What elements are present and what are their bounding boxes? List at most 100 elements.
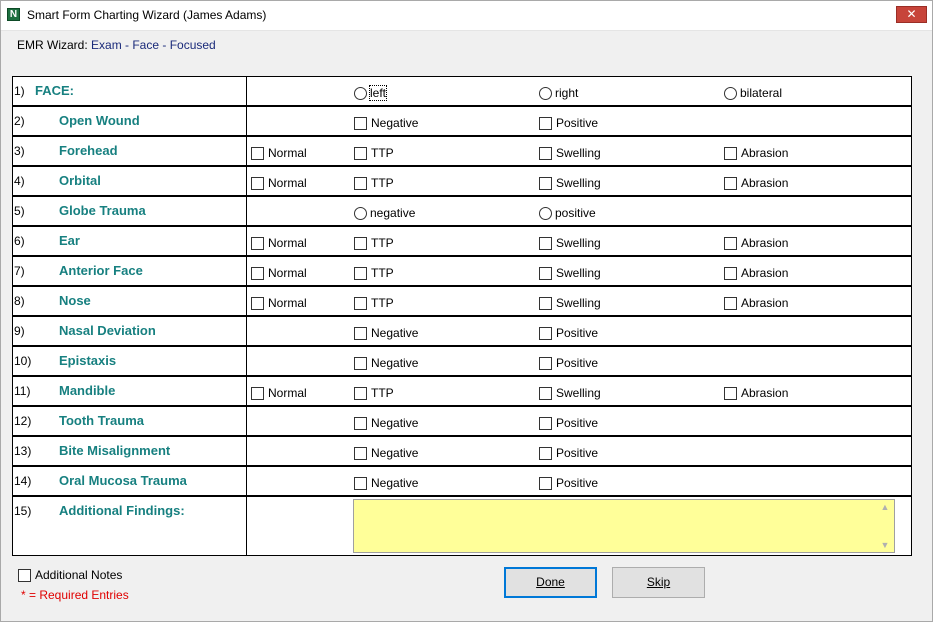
checkbox[interactable] [724, 386, 737, 400]
checkbox[interactable] [354, 146, 367, 160]
option-ttp[interactable]: TTP [354, 176, 394, 190]
option-abrasion[interactable]: Abrasion [724, 146, 788, 160]
checkbox[interactable] [724, 176, 737, 190]
row-label: Oral Mucosa Trauma [59, 473, 187, 488]
checkbox[interactable] [539, 116, 552, 130]
done-button[interactable]: Done [504, 567, 597, 598]
option-abrasion[interactable]: Abrasion [724, 176, 788, 190]
checkbox[interactable] [539, 416, 552, 430]
option-positive[interactable]: Positive [539, 116, 598, 130]
checkbox[interactable] [354, 176, 367, 190]
checkbox[interactable] [539, 146, 552, 160]
checkbox[interactable] [251, 266, 264, 280]
scroll-down-icon[interactable]: ▼ [880, 540, 890, 550]
option-abrasion[interactable]: Abrasion [724, 296, 788, 310]
option-negative[interactable]: Negative [354, 356, 418, 370]
radio-button[interactable] [724, 86, 737, 100]
scroll-up-icon[interactable]: ▲ [880, 502, 890, 512]
radio-button[interactable] [539, 86, 552, 100]
additional-findings-textarea[interactable]: ▲ ▼ [353, 499, 895, 553]
checkbox[interactable] [724, 146, 737, 160]
checkbox[interactable] [251, 386, 264, 400]
option-swelling[interactable]: Swelling [539, 266, 601, 280]
radio-button[interactable] [539, 206, 552, 220]
option-label: Swelling [556, 176, 601, 190]
option-left[interactable]: left [354, 85, 388, 101]
checkbox[interactable] [354, 296, 367, 310]
checkbox[interactable] [354, 116, 367, 130]
checkbox[interactable] [539, 326, 552, 340]
checkbox[interactable] [539, 446, 552, 460]
checkbox[interactable] [539, 176, 552, 190]
checkbox[interactable] [354, 236, 367, 250]
option-label: left [368, 85, 388, 101]
checkbox[interactable] [724, 266, 737, 280]
option-normal[interactable]: Normal [251, 386, 307, 400]
option-normal[interactable]: Normal [251, 296, 307, 310]
option-label: Negative [371, 356, 419, 370]
option-positive[interactable]: Positive [539, 476, 598, 490]
option-normal[interactable]: Normal [251, 236, 307, 250]
close-button[interactable]: ✕ [896, 6, 927, 23]
radio-button[interactable] [354, 206, 367, 220]
checkbox[interactable] [539, 236, 552, 250]
row-label: Open Wound [59, 113, 140, 128]
additional-notes-option[interactable]: Additional Notes [18, 568, 122, 582]
checkbox[interactable] [251, 236, 264, 250]
option-bilateral[interactable]: bilateral [724, 86, 782, 100]
title-bar: N Smart Form Charting Wizard (James Adam… [1, 1, 932, 31]
checkbox[interactable] [539, 386, 552, 400]
checkbox[interactable] [251, 296, 264, 310]
option-positive[interactable]: Positive [539, 356, 598, 370]
option-ttp[interactable]: TTP [354, 146, 394, 160]
checkbox[interactable] [354, 446, 367, 460]
option-ttp[interactable]: TTP [354, 386, 394, 400]
option-normal[interactable]: Normal [251, 266, 307, 280]
checkbox[interactable] [724, 236, 737, 250]
option-negative[interactable]: Negative [354, 116, 418, 130]
option-ttp[interactable]: TTP [354, 236, 394, 250]
checkbox[interactable] [539, 476, 552, 490]
checkbox[interactable] [354, 476, 367, 490]
option-abrasion[interactable]: Abrasion [724, 266, 788, 280]
option-swelling[interactable]: Swelling [539, 176, 601, 190]
option-swelling[interactable]: Swelling [539, 296, 601, 310]
option-negative[interactable]: negative [354, 206, 415, 220]
checkbox[interactable] [354, 266, 367, 280]
checkbox[interactable] [251, 146, 264, 160]
checkbox[interactable] [539, 296, 552, 310]
option-positive[interactable]: positive [539, 206, 596, 220]
option-abrasion[interactable]: Abrasion [724, 236, 788, 250]
checkbox[interactable] [354, 416, 367, 430]
option-swelling[interactable]: Swelling [539, 386, 601, 400]
option-swelling[interactable]: Swelling [539, 236, 601, 250]
option-negative[interactable]: Negative [354, 416, 418, 430]
option-negative[interactable]: Negative [354, 476, 418, 490]
option-ttp[interactable]: TTP [354, 296, 394, 310]
skip-button[interactable]: Skip [612, 567, 705, 598]
checkbox[interactable] [539, 266, 552, 280]
option-negative[interactable]: Negative [354, 446, 418, 460]
checkbox[interactable] [354, 326, 367, 340]
option-normal[interactable]: Normal [251, 146, 307, 160]
option-abrasion[interactable]: Abrasion [724, 386, 788, 400]
option-positive[interactable]: Positive [539, 446, 598, 460]
findings-scrollbar[interactable]: ▲ ▼ [877, 500, 894, 552]
checkbox[interactable] [539, 356, 552, 370]
row-label: Ear [59, 233, 80, 248]
option-positive[interactable]: Positive [539, 416, 598, 430]
checkbox[interactable] [724, 296, 737, 310]
option-right[interactable]: right [539, 86, 578, 100]
option-normal[interactable]: Normal [251, 176, 307, 190]
row-label: Nasal Deviation [59, 323, 156, 338]
additional-notes-checkbox[interactable] [18, 568, 31, 582]
row-label: Additional Findings: [59, 503, 185, 518]
option-negative[interactable]: Negative [354, 326, 418, 340]
option-ttp[interactable]: TTP [354, 266, 394, 280]
checkbox[interactable] [251, 176, 264, 190]
option-positive[interactable]: Positive [539, 326, 598, 340]
radio-button[interactable] [354, 86, 367, 100]
checkbox[interactable] [354, 386, 367, 400]
option-swelling[interactable]: Swelling [539, 146, 601, 160]
checkbox[interactable] [354, 356, 367, 370]
